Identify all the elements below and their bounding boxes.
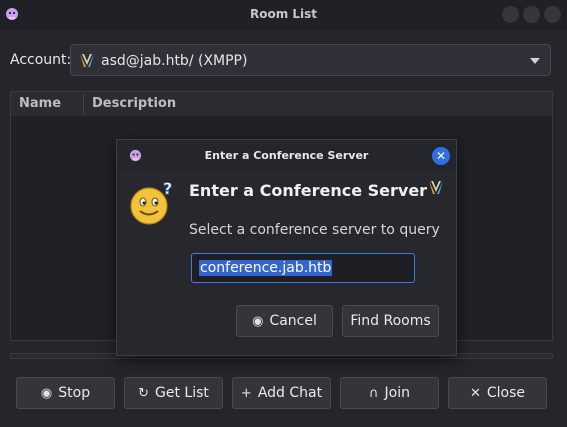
list-header: Name Description — [11, 92, 552, 116]
thinking-smiley-icon: ? — [130, 180, 173, 225]
dialog-title-bar: Enter a Conference Server ✕ — [117, 140, 456, 170]
account-dropdown[interactable]: asd@jab.htb/ (XMPP) — [70, 44, 551, 76]
account-value: asd@jab.htb/ (XMPP) — [101, 53, 248, 69]
join-icon: ∩ — [369, 385, 379, 401]
dialog-subtitle: Select a conference server to query — [189, 222, 440, 238]
window-close-button[interactable] — [544, 6, 561, 23]
account-label: Account: — [10, 52, 72, 68]
column-divider — [83, 94, 84, 114]
maximize-button[interactable] — [523, 6, 540, 23]
xmpp-icon — [429, 181, 443, 194]
close-label: Close — [486, 385, 526, 401]
room-list-window: Room List Account: asd@jab.htb/ (XMPP) N… — [0, 0, 567, 427]
window-title: Room List — [249, 7, 318, 21]
close-icon: ✕ — [435, 149, 447, 163]
cancel-button[interactable]: ◉ Cancel — [236, 305, 333, 337]
join-button[interactable]: ∩ Join — [340, 377, 439, 409]
dialog-title: Enter a Conference Server — [204, 149, 369, 162]
close-button[interactable]: ✕ Close — [448, 377, 547, 409]
find-rooms-button[interactable]: Find Rooms — [342, 305, 439, 337]
get-list-button[interactable]: ↻ Get List — [124, 377, 223, 409]
stop-icon: ◉ — [40, 385, 53, 401]
get-list-label: Get List — [155, 385, 209, 401]
conference-server-value: conference.jab.htb — [199, 260, 333, 276]
stop-button[interactable]: ◉ Stop — [16, 377, 115, 409]
cancel-icon: ◉ — [252, 313, 264, 329]
column-name[interactable]: Name — [19, 96, 61, 111]
find-rooms-label: Find Rooms — [350, 313, 431, 329]
close-icon: ✕ — [469, 385, 481, 401]
title-bar: Room List — [0, 0, 567, 30]
minimize-button[interactable] — [502, 6, 519, 23]
xmpp-icon — [80, 54, 94, 67]
svg-text:?: ? — [163, 180, 172, 198]
dialog-close-button[interactable]: ✕ — [432, 147, 450, 165]
refresh-icon: ↻ — [138, 385, 150, 401]
conference-server-input[interactable]: conference.jab.htb — [191, 253, 415, 283]
add-chat-label: Add Chat — [257, 385, 323, 401]
dialog-heading: Enter a Conference Server — [189, 181, 428, 200]
chevron-down-icon — [530, 58, 540, 64]
add-chat-button[interactable]: + Add Chat — [232, 377, 331, 409]
plus-icon: + — [240, 385, 252, 401]
cancel-label: Cancel — [269, 313, 317, 329]
join-label: Join — [384, 385, 410, 401]
conference-server-dialog: Enter a Conference Server ✕ ? Enter a Co… — [116, 139, 457, 356]
column-description[interactable]: Description — [92, 96, 176, 111]
stop-label: Stop — [58, 385, 91, 401]
